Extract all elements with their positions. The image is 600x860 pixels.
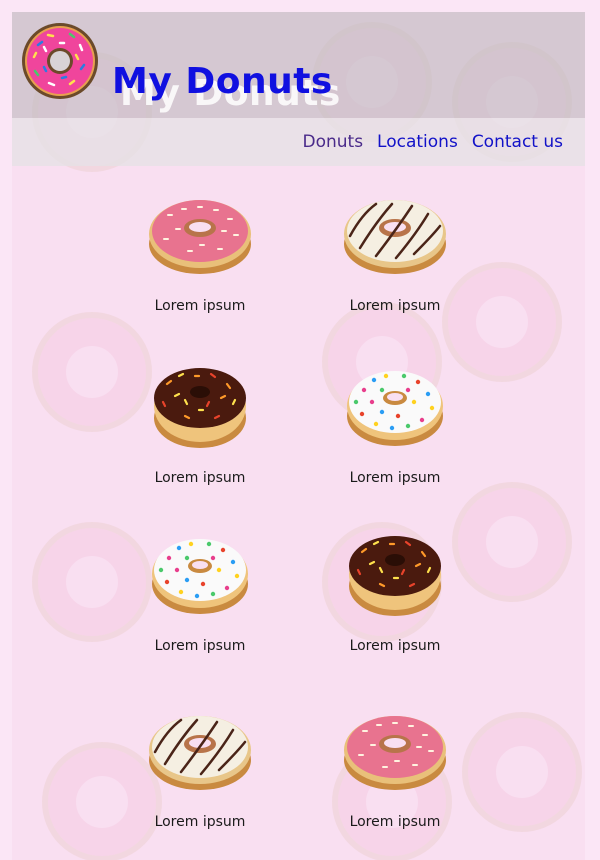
donut-label: Lorem ipsum [154, 298, 246, 314]
pink-frosted-donut-image [149, 200, 251, 274]
donut-label: Lorem ipsum [154, 638, 246, 654]
donut-card[interactable]: Lorem ipsum [120, 194, 280, 314]
white-drizzle-donut-image [344, 200, 446, 274]
page: My Donuts Donuts Locations Contact us Lo… [12, 12, 585, 860]
white-sprinkled-donut-image [347, 371, 443, 446]
pink-frosted-donut-image [344, 716, 446, 790]
donut-label: Lorem ipsum [349, 638, 441, 654]
donut-label: Lorem ipsum [349, 470, 441, 486]
donut-label: Lorem ipsum [349, 814, 441, 830]
nav-links: Donuts Locations Contact us [302, 132, 563, 152]
chocolate-sprinkled-donut-image [154, 368, 246, 448]
donut-card[interactable]: Lorem ipsum [315, 362, 475, 486]
nav-item-contact-us[interactable]: Contact us [472, 132, 563, 152]
nav-item-donuts[interactable]: Donuts [302, 132, 363, 152]
white-drizzle-donut-image [149, 716, 251, 790]
donut-label: Lorem ipsum [154, 814, 246, 830]
donut-label: Lorem ipsum [154, 470, 246, 486]
white-sprinkled-donut-image [152, 539, 248, 614]
donut-card[interactable]: Lorem ipsum [315, 530, 475, 654]
site-title: My Donuts [112, 61, 333, 103]
donut-card[interactable]: Lorem ipsum [120, 362, 280, 486]
donut-card[interactable]: Lorem ipsum [120, 710, 280, 830]
chocolate-sprinkled-donut-image [349, 536, 441, 616]
site-header: My Donuts [12, 12, 585, 118]
pink-sprinkled-donut-icon[interactable] [20, 21, 100, 101]
donut-card[interactable]: Lorem ipsum [120, 530, 280, 654]
donut-label: Lorem ipsum [349, 298, 441, 314]
donut-card[interactable]: Lorem ipsum [315, 710, 475, 830]
nav-item-locations[interactable]: Locations [377, 132, 458, 152]
donut-card[interactable]: Lorem ipsum [315, 194, 475, 314]
main-nav: Donuts Locations Contact us [12, 118, 585, 166]
